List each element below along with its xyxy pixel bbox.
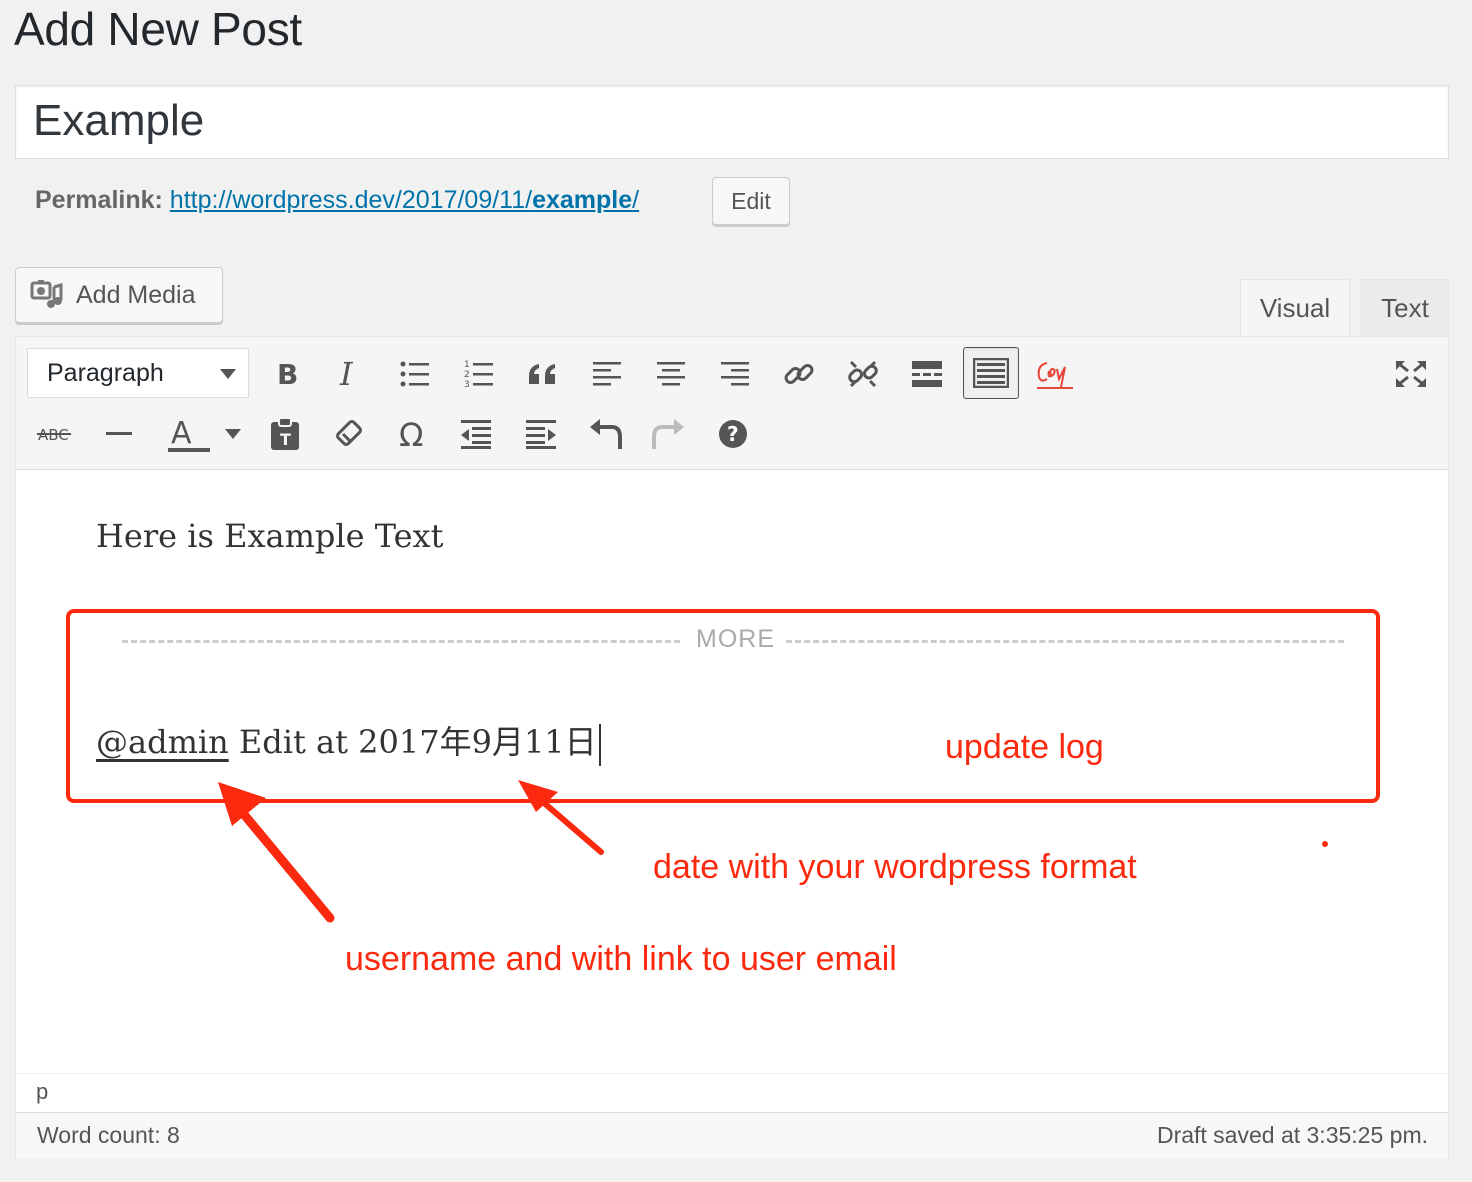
annotation-arrows — [218, 780, 604, 923]
arrow-to-username — [218, 782, 335, 923]
arrow-to-date — [518, 780, 604, 855]
